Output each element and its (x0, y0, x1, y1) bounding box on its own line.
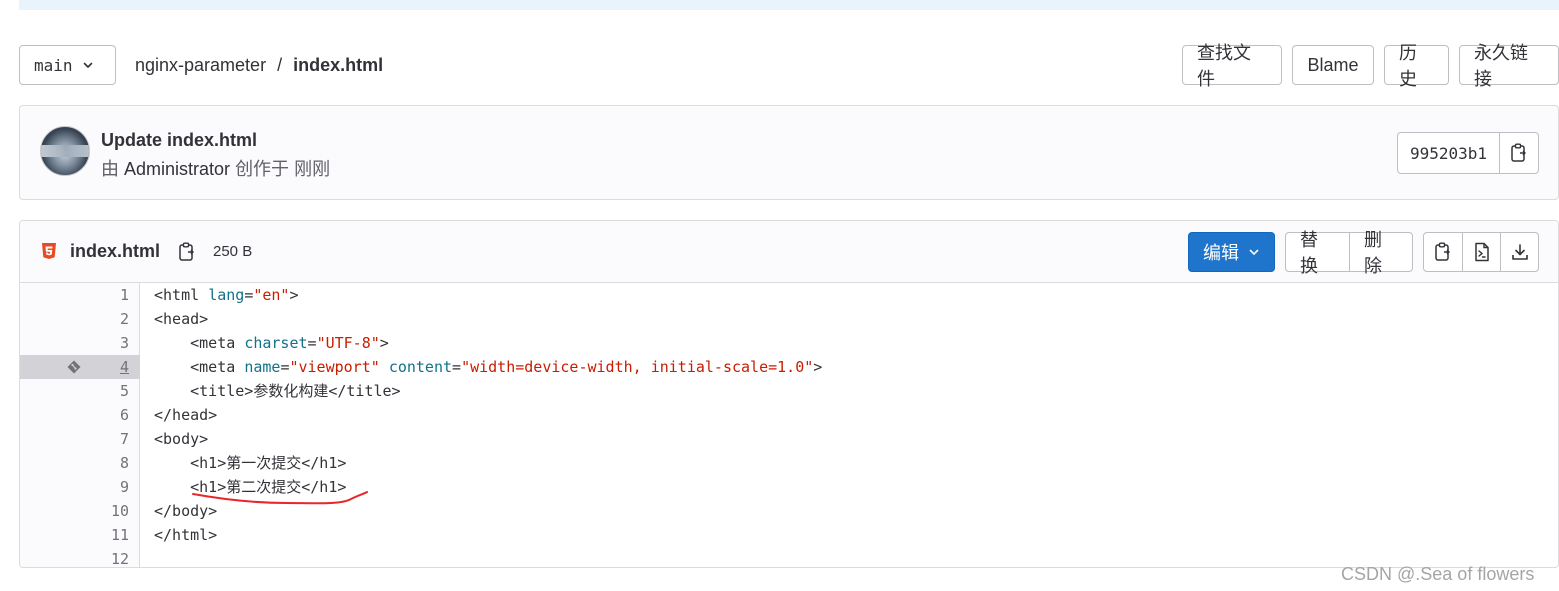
code-string: "UTF-8" (316, 334, 380, 352)
download-button[interactable] (1500, 233, 1538, 271)
code-attr: name (244, 358, 281, 376)
code-text: <body> (154, 430, 209, 448)
file-icon-actions (1423, 232, 1539, 272)
line-number[interactable]: 10 (20, 499, 129, 523)
breadcrumb-file: index.html (293, 54, 384, 75)
file-nav-row: main nginx-parameter / index.html 查找文件 B… (19, 43, 1559, 89)
code-text: <meta name="viewport" content="width=dev… (154, 355, 822, 379)
file-name: index.html (70, 241, 161, 261)
raw-file-icon (1474, 242, 1489, 262)
code-token: = (244, 286, 254, 304)
chevron-down-icon (83, 62, 92, 68)
code-attr: lang (208, 286, 245, 304)
blame-button[interactable]: Blame (1292, 45, 1374, 85)
commit-sha-label[interactable]: 995203b1 (1398, 133, 1500, 173)
replace-delete-group: 替换 删除 (1285, 230, 1413, 276)
line-number[interactable]: 9 (20, 475, 129, 499)
code-line: 3 <meta charset="UTF-8"> (20, 331, 1558, 355)
code-line: 7 <body> (20, 427, 1558, 451)
copy-file-path-icon[interactable] (178, 242, 196, 262)
code-line: 5 <title>参数化构建</title> (20, 379, 1558, 403)
code-text: <html lang="en"> (154, 283, 299, 307)
code-area: 1 <html lang="en"> 2 <head> 3 <meta char… (20, 283, 1558, 567)
file-header: index.html 250 B 编辑 替换 删除 (20, 221, 1558, 283)
copy-contents-button[interactable] (1424, 233, 1462, 271)
branch-name: main (34, 55, 73, 75)
code-line-highlighted: 4 <meta name="viewport" content="width=d… (20, 355, 1558, 379)
chevron-down-icon (1249, 249, 1259, 255)
replace-button[interactable]: 替换 (1286, 230, 1349, 276)
commit-author-link[interactable]: Administrator (124, 159, 230, 179)
code-attr: content (388, 358, 453, 376)
edit-label: 编辑 (1203, 243, 1239, 263)
file-size: 250 B (213, 243, 253, 260)
code-attr: charset (244, 334, 308, 352)
code-token: > (289, 286, 299, 304)
branch-selector[interactable]: main (19, 45, 116, 85)
file-nav-actions: 查找文件 Blame 历史 永久链接 (1182, 43, 1559, 89)
line-number[interactable]: 5 (20, 379, 129, 403)
line-number[interactable]: 6 (20, 403, 129, 427)
code-token: = (452, 358, 462, 376)
commit-title-link[interactable]: Update index.html (101, 130, 257, 151)
line-number[interactable]: 12 (20, 547, 129, 567)
breadcrumb: nginx-parameter / index.html (135, 45, 383, 85)
code-line: 2 <head> (20, 307, 1558, 331)
copy-sha-button[interactable] (1500, 133, 1538, 173)
code-string: "width=device-width, initial-scale=1.0" (461, 358, 814, 376)
html5-icon (42, 243, 56, 259)
download-icon (1511, 244, 1528, 260)
watermark: CSDN @.Sea of flowers (1341, 564, 1535, 584)
line-number[interactable]: 8 (20, 451, 129, 475)
code-line: 6 </head> (20, 403, 1558, 427)
line-number[interactable]: 1 (20, 283, 129, 307)
code-line: 8 <h1>第一次提交</h1> (20, 451, 1558, 475)
breadcrumb-separator: / (277, 54, 283, 75)
clipboard-icon (1435, 242, 1450, 261)
code-text: </html> (154, 526, 218, 544)
commit-meta: 由 Administrator 创作于 刚刚 (101, 155, 330, 181)
code-text: </head> (154, 406, 218, 424)
edit-dropdown-button[interactable]: 编辑 (1188, 232, 1275, 272)
code-token: > (379, 334, 389, 352)
code-line: 11 </html> (20, 523, 1558, 547)
code-text: <title>参数化构建</title> (154, 382, 401, 400)
code-line: 12 (20, 547, 1558, 567)
commit-sha-group: 995203b1 (1396, 132, 1539, 174)
code-text: <h1>第一次提交</h1> (154, 454, 347, 472)
code-line: 1 <html lang="en"> (20, 283, 1558, 307)
breadcrumb-project-link[interactable]: nginx-parameter (135, 55, 266, 76)
code-token: > (813, 358, 823, 376)
file-actions: 编辑 替换 删除 (1188, 230, 1539, 276)
code-token: <html (154, 286, 209, 304)
history-button[interactable]: 历史 (1384, 43, 1449, 89)
blob-viewer: index.html 250 B 编辑 替换 删除 1 <html lang="… (19, 220, 1559, 568)
code-string: "en" (253, 286, 290, 304)
code-token: = (307, 334, 317, 352)
line-number[interactable]: 2 (20, 307, 129, 331)
delete-button[interactable]: 删除 (1349, 230, 1412, 276)
last-commit-card: Update index.html 由 Administrator 创作于 刚刚… (19, 105, 1559, 200)
open-raw-button[interactable] (1462, 233, 1500, 271)
commit-meta-suffix: 创作于 刚刚 (235, 159, 331, 179)
line-number[interactable]: 11 (20, 523, 129, 547)
line-number[interactable]: 7 (20, 427, 129, 451)
commit-meta-prefix: 由 (101, 159, 119, 179)
top-banner (19, 0, 1559, 10)
code-text: <meta charset="UTF-8"> (154, 331, 389, 355)
red-underline-annotation (192, 491, 368, 505)
code-text: <head> (154, 310, 209, 328)
code-token: <meta (154, 358, 245, 376)
avatar[interactable] (40, 126, 90, 176)
find-file-button[interactable]: 查找文件 (1182, 43, 1282, 89)
code-string: "viewport" (289, 358, 380, 376)
line-number[interactable]: 4 (20, 355, 129, 379)
permalink-button[interactable]: 永久链接 (1459, 43, 1559, 89)
code-token: <meta (154, 334, 245, 352)
clipboard-icon (1511, 143, 1526, 162)
line-number[interactable]: 3 (20, 331, 129, 355)
